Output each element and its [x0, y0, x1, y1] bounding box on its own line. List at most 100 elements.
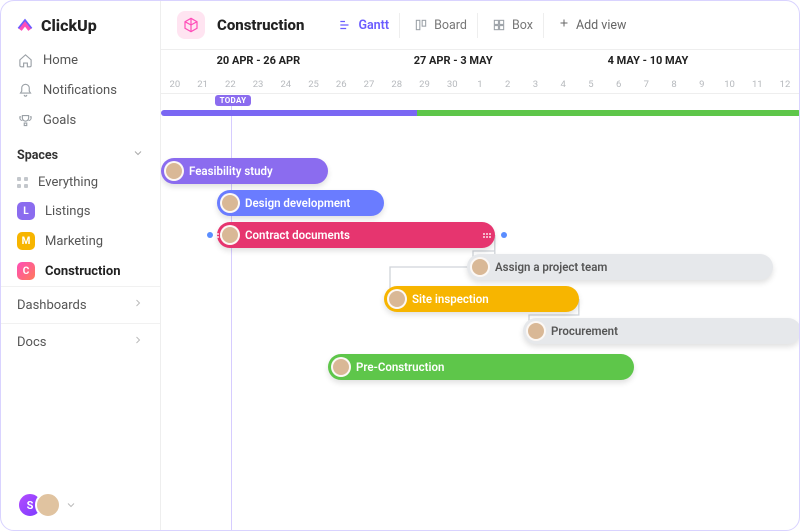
- avatar: [35, 492, 61, 518]
- drag-handle-icon[interactable]: [483, 229, 491, 241]
- tab-box[interactable]: Box: [482, 13, 544, 38]
- grid-icon: [17, 177, 28, 188]
- project-icon: [177, 11, 205, 39]
- day-tick: 23: [244, 79, 272, 90]
- week-label: 27 APR - 3 MAY: [356, 54, 551, 67]
- user-avatar-stack[interactable]: S: [1, 480, 160, 530]
- assignee-avatar: [470, 257, 490, 277]
- board-icon: [414, 18, 428, 32]
- space-badge: M: [17, 232, 35, 250]
- today-indicator: TODAY: [215, 95, 252, 106]
- task-label: Feasibility study: [189, 164, 273, 178]
- tab-label: Gantt: [358, 18, 389, 33]
- main-content: Construction Gantt Board Box Add view 20…: [161, 1, 799, 530]
- day-tick: 2: [494, 79, 522, 90]
- topbar: Construction Gantt Board Box Add view: [161, 1, 799, 50]
- nav-goals[interactable]: Goals: [1, 105, 160, 135]
- add-view-label: Add view: [576, 18, 626, 33]
- day-tick: 4: [549, 79, 577, 90]
- home-icon: [17, 52, 33, 68]
- plus-icon: [558, 17, 570, 33]
- assignee-avatar: [387, 289, 407, 309]
- day-tick: 10: [716, 79, 744, 90]
- gantt-timeline[interactable]: 20 APR - 26 APR27 APR - 3 MAY4 MAY - 10 …: [161, 50, 799, 530]
- nav-dashboards-label: Dashboards: [17, 298, 87, 313]
- day-tick: 21: [189, 79, 217, 90]
- nav-dashboards[interactable]: Dashboards: [1, 286, 160, 323]
- tab-label: Box: [512, 18, 533, 33]
- sidebar: ClickUp Home Notifications Goals Spaces …: [1, 1, 161, 530]
- nav-notifications-label: Notifications: [43, 83, 117, 98]
- task-bar-contract[interactable]: Contract documents: [217, 222, 495, 248]
- task-label: Design development: [245, 196, 350, 210]
- nav-docs[interactable]: Docs: [1, 323, 160, 360]
- day-tick: 5: [577, 79, 605, 90]
- tab-label: Board: [434, 18, 467, 33]
- day-tick: 7: [632, 79, 660, 90]
- assignee-avatar: [220, 225, 240, 245]
- day-tick: 26: [327, 79, 355, 90]
- sidebar-item-label: Everything: [38, 175, 98, 190]
- sidebar-item-construction[interactable]: C Construction: [1, 256, 160, 286]
- dependency-dot: [501, 232, 507, 238]
- sidebar-item-listings[interactable]: L Listings: [1, 196, 160, 226]
- day-tick: 24: [272, 79, 300, 90]
- task-bar-procurement[interactable]: Procurement: [523, 318, 799, 344]
- add-view-button[interactable]: Add view: [548, 12, 636, 38]
- chevron-down-icon: [132, 147, 144, 163]
- nav-goals-label: Goals: [43, 113, 76, 128]
- day-tick: 3: [522, 79, 550, 90]
- assignee-avatar: [164, 161, 184, 181]
- brand-name: ClickUp: [41, 16, 97, 35]
- task-label: Assign a project team: [495, 260, 607, 274]
- spaces-header-label: Spaces: [17, 148, 58, 163]
- day-tick: 25: [300, 79, 328, 90]
- day-tick: 20: [161, 79, 189, 90]
- day-tick: 11: [743, 79, 771, 90]
- day-tick: 1: [466, 79, 494, 90]
- sidebar-item-label: Marketing: [45, 234, 103, 249]
- sidebar-item-label: Listings: [45, 204, 90, 219]
- brand-logo[interactable]: ClickUp: [1, 1, 160, 45]
- assignee-avatar: [331, 357, 351, 377]
- spaces-header[interactable]: Spaces: [1, 135, 160, 169]
- dependency-dot: [207, 232, 213, 238]
- day-tick: 28: [383, 79, 411, 90]
- day-tick: 8: [660, 79, 688, 90]
- sidebar-item-marketing[interactable]: M Marketing: [1, 226, 160, 256]
- chevron-right-icon: [132, 334, 144, 350]
- task-bar-assign-team[interactable]: Assign a project team: [467, 254, 773, 280]
- nav-home-label: Home: [43, 53, 78, 68]
- day-tick: 6: [605, 79, 633, 90]
- task-label: Pre-Construction: [356, 360, 444, 374]
- task-label: Procurement: [551, 324, 618, 338]
- day-tick: 30: [438, 79, 466, 90]
- task-bar-inspection[interactable]: Site inspection: [384, 286, 579, 312]
- sidebar-item-everything[interactable]: Everything: [1, 169, 160, 196]
- trophy-icon: [17, 112, 33, 128]
- tab-gantt[interactable]: Gantt: [328, 13, 400, 38]
- space-badge: L: [17, 202, 35, 220]
- day-tick: 29: [411, 79, 439, 90]
- task-label: Contract documents: [245, 228, 350, 242]
- bell-icon: [17, 82, 33, 98]
- gantt-icon: [338, 18, 352, 32]
- tab-board[interactable]: Board: [404, 13, 478, 38]
- day-tick: 9: [688, 79, 716, 90]
- task-bar-design[interactable]: Design development: [217, 190, 384, 216]
- day-tick: 27: [355, 79, 383, 90]
- task-bar-precon[interactable]: Pre-Construction: [328, 354, 634, 380]
- task-bar-feasibility[interactable]: Feasibility study: [161, 158, 328, 184]
- nav-docs-label: Docs: [17, 335, 46, 350]
- space-badge: C: [17, 262, 35, 280]
- summary-bar: [161, 110, 799, 116]
- nav-notifications[interactable]: Notifications: [1, 75, 160, 105]
- chevron-right-icon: [132, 297, 144, 313]
- nav-home[interactable]: Home: [1, 45, 160, 75]
- clickup-logo-icon: [15, 15, 35, 35]
- assignee-avatar: [526, 321, 546, 341]
- day-tick: 22: [216, 79, 244, 90]
- day-tick: 12: [771, 79, 799, 90]
- timeline-scale: 20 APR - 26 APR27 APR - 3 MAY4 MAY - 10 …: [161, 50, 799, 94]
- sidebar-item-label: Construction: [45, 264, 121, 279]
